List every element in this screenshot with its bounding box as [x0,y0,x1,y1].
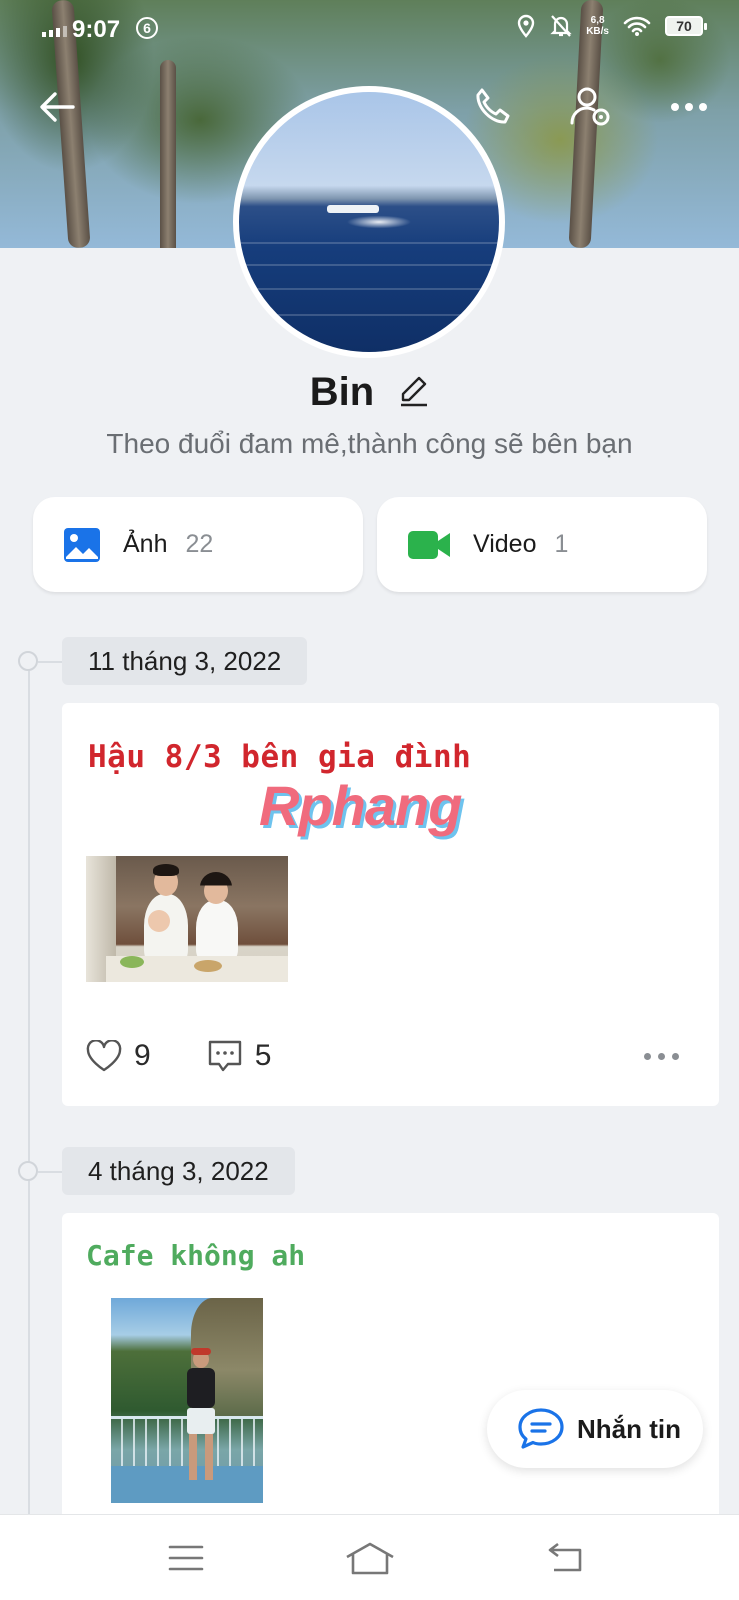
nav-home-button[interactable] [340,1535,400,1581]
notification-count-badge: 6 [136,17,158,39]
like-button[interactable]: 9 [86,1039,151,1073]
post-photo[interactable] [86,856,288,982]
profile-settings-button[interactable] [566,82,616,132]
system-navbar [0,1514,739,1600]
status-time: 9:07 [72,16,121,43]
send-message-label: Nhắn tin [577,1413,681,1444]
wifi-icon [623,16,651,36]
phone-icon [476,88,510,124]
timeline-line [28,660,30,1520]
chat-bubble-icon [518,1408,564,1449]
avatar[interactable] [233,86,505,358]
more-icon [671,103,707,111]
video-camera-icon [408,530,450,559]
like-count: 9 [134,1039,151,1072]
profile-bio: Theo đuổi đam mê,thành công sẽ bên bạn [106,428,633,459]
comment-icon [208,1040,241,1072]
menu-icon [168,1545,204,1571]
edit-name-button[interactable] [399,372,429,417]
photos-count: 22 [185,530,214,558]
back-icon [548,1542,582,1572]
pencil-icon [401,376,428,407]
battery-icon: 70 [665,16,707,36]
post-photo[interactable] [111,1298,263,1503]
videos-card[interactable]: Video 1 [377,497,707,592]
timeline-dot [18,1161,38,1181]
back-button[interactable] [32,82,82,132]
timeline-connector [38,661,62,663]
net-speed: 6,8 KB/s [586,15,609,37]
signal-icon [42,26,67,37]
location-icon [518,14,535,38]
photos-label: Ảnh [123,530,168,558]
post-card[interactable]: Cafe không ah [62,1213,719,1543]
status-bar: 9:07 6 6,8 KB/s 70 [0,0,739,58]
back-arrow-icon [40,92,75,122]
post-card[interactable]: Hậu 8/3 bên gia đình Rphang 9 5 [62,703,719,1106]
post-title: Hậu 8/3 bên gia đình [88,739,472,775]
post-more-button[interactable] [644,1053,679,1060]
post-actions: 9 5 [86,1039,271,1073]
post-date: 4 tháng 3, 2022 [62,1147,295,1195]
image-icon [64,527,100,562]
more-options-button[interactable] [664,82,714,132]
profile-name-row: Bin [0,370,739,417]
watermark: Rphang [259,774,462,837]
videos-label: Video [473,530,537,558]
send-message-button[interactable]: Nhắn tin [487,1390,703,1468]
comment-button[interactable]: 5 [207,1039,272,1073]
call-button[interactable] [468,82,518,132]
profile-name: Bin [309,370,375,414]
user-settings-icon [570,87,610,126]
timeline-connector [38,1171,62,1173]
timeline-dot [18,651,38,671]
comment-count: 5 [254,1039,272,1072]
photos-card[interactable]: Ảnh 22 [33,497,363,592]
home-icon [346,1542,394,1575]
heart-icon [86,1040,122,1072]
post-date: 11 tháng 3, 2022 [62,637,308,685]
videos-count: 1 [554,530,569,558]
nav-back-button[interactable] [534,1535,594,1581]
nav-menu-button[interactable] [156,1535,216,1581]
bell-off-icon [550,15,572,37]
post-title: Cafe không ah [86,1239,306,1272]
